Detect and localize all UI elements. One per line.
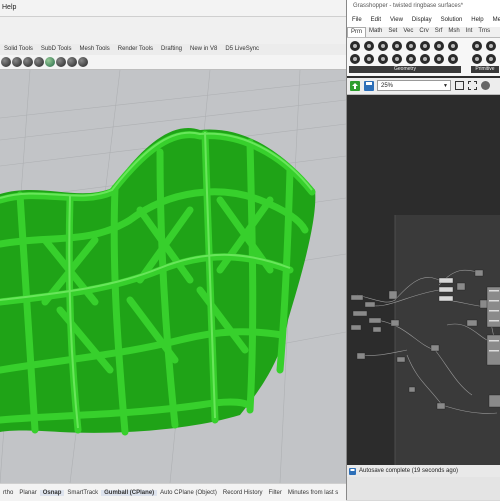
component-icon[interactable] (420, 54, 430, 64)
grasshopper-icon[interactable] (45, 57, 55, 67)
tab-d5-livesync[interactable]: D5 LiveSync (221, 44, 263, 55)
status-minutes-from-last-save: Minutes from last s (287, 489, 339, 496)
zoom-select[interactable]: 25% (377, 80, 451, 91)
tab-math[interactable]: Math (366, 27, 385, 37)
status-auto-cplane[interactable]: Auto CPlane (Object) (157, 490, 220, 496)
viewport-scene (0, 70, 346, 483)
tab-new-in-v8[interactable]: New in V8 (186, 44, 221, 55)
status-ortho[interactable]: rtho (0, 490, 16, 496)
canvas-panel (395, 215, 500, 465)
preview-icon[interactable] (481, 81, 490, 90)
component-icon[interactable] (448, 54, 458, 64)
environment-icon[interactable] (34, 57, 44, 67)
rhino-toolbar-area (0, 17, 346, 44)
tab-mesh[interactable]: Msh (445, 27, 462, 37)
window-title: Grasshopper - twisted ringbase surfaces* (353, 3, 464, 9)
material-sphere-icon[interactable] (12, 57, 22, 67)
tab-transform[interactable]: Trns (475, 27, 493, 37)
status-smarttrack[interactable]: SmartTrack (64, 490, 101, 496)
status-record-history[interactable]: Record History (220, 490, 266, 496)
grasshopper-titlebar: Grasshopper - twisted ringbase surfaces* (347, 0, 500, 14)
rhino-statusbar: rtho Planar Osnap SmartTrack Gumball (CP… (0, 483, 346, 501)
tab-curve[interactable]: Crv (416, 27, 431, 37)
component-icon[interactable] (434, 41, 444, 51)
menu-help[interactable]: Help (466, 14, 487, 27)
menu-metahopper[interactable]: Metah (488, 14, 500, 27)
component-icon[interactable] (350, 54, 360, 64)
palette-group-labels: Geometry Primitive (347, 66, 500, 73)
component-icon[interactable] (364, 41, 374, 51)
component-icon[interactable] (434, 54, 444, 64)
tab-render-tools[interactable]: Render Tools (114, 44, 157, 55)
save-file-icon[interactable] (364, 81, 374, 91)
status-gumball[interactable]: Gumball (CPlane) (101, 489, 158, 496)
component-icon[interactable] (448, 41, 458, 51)
chevron-down-icon[interactable]: ▼ (443, 83, 448, 89)
grasshopper-bottom-area (347, 477, 500, 500)
canvas-toolbar: 25% ▼ (347, 78, 500, 95)
camera-icon[interactable] (67, 57, 77, 67)
component-icon[interactable] (472, 54, 482, 64)
status-filter[interactable]: Filter (266, 490, 285, 496)
component-icon[interactable] (406, 54, 416, 64)
menu-solution[interactable]: Solution (436, 14, 467, 27)
component-icon[interactable] (420, 41, 430, 51)
rhino-icon-row (0, 55, 347, 70)
autosave-status-text: Autosave complete (19 seconds ago) (359, 468, 459, 474)
definition-graph (350, 215, 500, 465)
frame-icon[interactable] (468, 81, 477, 90)
status-planar[interactable]: Planar (16, 490, 39, 496)
component-icon[interactable] (472, 41, 482, 51)
rhino-menubar: Help (0, 0, 346, 17)
palette-group-primitive[interactable]: Primitive (471, 66, 499, 73)
tab-subd-tools[interactable]: SubD Tools (37, 44, 76, 55)
component-icon[interactable] (486, 41, 496, 51)
autosave-icon (349, 468, 356, 475)
tab-solid-tools[interactable]: Solid Tools (0, 44, 37, 55)
component-icon[interactable] (378, 54, 388, 64)
component-icon[interactable] (350, 41, 360, 51)
tab-sets[interactable]: Set (385, 27, 400, 37)
menu-edit[interactable]: Edit (366, 14, 385, 27)
grasshopper-menubar: File Edit View Display Solution Help Met… (347, 14, 500, 27)
component-icon[interactable] (406, 41, 416, 51)
open-file-icon[interactable] (350, 81, 360, 91)
tab-vector[interactable]: Vec (400, 27, 416, 37)
menu-file[interactable]: File (347, 14, 366, 27)
tab-params[interactable]: Prm (347, 27, 366, 37)
status-osnap[interactable]: Osnap (39, 489, 65, 496)
target-icon[interactable] (78, 57, 88, 67)
palette-group-geometry[interactable]: Geometry (349, 66, 461, 73)
grasshopper-canvas[interactable] (347, 95, 500, 465)
grasshopper-statusbar: Autosave complete (19 seconds ago) (347, 465, 500, 477)
rhino-viewport[interactable] (0, 70, 346, 483)
menu-view[interactable]: View (385, 14, 407, 27)
grasshopper-component-tabs: Prm Math Set Vec Crv Srf Msh Int Trns (347, 27, 500, 38)
tab-drafting[interactable]: Drafting (157, 44, 186, 55)
render-sphere-icon[interactable] (1, 57, 11, 67)
tab-intersect[interactable]: Int (463, 27, 476, 37)
component-icon[interactable] (392, 41, 402, 51)
menu-display[interactable]: Display (407, 14, 436, 27)
component-icon[interactable] (486, 54, 496, 64)
lights-icon[interactable] (23, 57, 33, 67)
tab-surface[interactable]: Srf (432, 27, 446, 37)
settings-icon[interactable] (56, 57, 66, 67)
grasshopper-window: Grasshopper - twisted ringbase surfaces*… (346, 0, 500, 500)
lattice-mesh[interactable] (0, 128, 316, 436)
component-icon[interactable] (378, 41, 388, 51)
menu-help[interactable]: Help (2, 4, 16, 11)
zoom-extents-icon[interactable] (455, 81, 464, 90)
component-icon[interactable] (392, 54, 402, 64)
tab-mesh-tools[interactable]: Mesh Tools (76, 44, 114, 55)
component-icon[interactable] (364, 54, 374, 64)
